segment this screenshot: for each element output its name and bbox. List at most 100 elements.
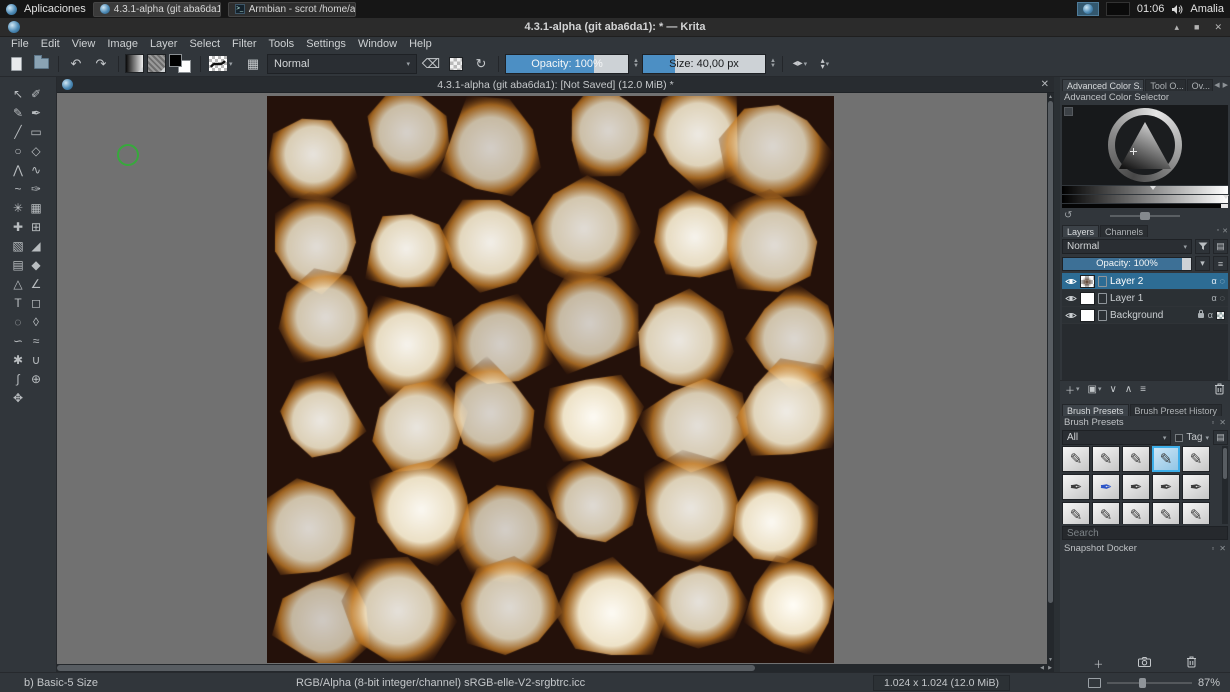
- menu-tools[interactable]: Tools: [263, 38, 301, 50]
- magnetic-select-tool[interactable]: ∪: [27, 351, 45, 369]
- inherit-alpha-icon[interactable]: ◌: [1220, 293, 1225, 303]
- eraser-mode-button[interactable]: ⌫: [420, 53, 442, 75]
- create-snapshot-button[interactable]: ＋: [1093, 656, 1103, 671]
- preserve-alpha-button[interactable]: [445, 53, 467, 75]
- document-close-icon[interactable]: ✕: [1041, 79, 1049, 90]
- advanced-color-selector[interactable]: [1062, 105, 1228, 185]
- blending-mode-select[interactable]: Normal ▾: [267, 54, 417, 74]
- rollup-button[interactable]: ▴: [1174, 22, 1179, 33]
- menu-filter[interactable]: Filter: [226, 38, 262, 50]
- scroll-right-icon[interactable]: ▶: [1048, 664, 1052, 672]
- menu-help[interactable]: Help: [403, 38, 438, 50]
- polyline-tool[interactable]: ⋀: [9, 161, 27, 179]
- hue-ring[interactable]: [1108, 108, 1182, 182]
- brush-size-slider[interactable]: Size: 40,00 px: [642, 54, 766, 74]
- move-layer-down-button[interactable]: ∨: [1109, 384, 1116, 395]
- brush-preset-15[interactable]: ✎: [1182, 502, 1210, 524]
- applications-menu[interactable]: Aplicaciones: [24, 3, 86, 15]
- zoom-slider[interactable]: [1107, 682, 1192, 684]
- brush-presets-header[interactable]: Brush Presets ▫✕: [1060, 416, 1230, 429]
- menu-image[interactable]: Image: [101, 38, 144, 50]
- brush-preset-13[interactable]: ✎: [1122, 502, 1150, 524]
- brush-preset-9[interactable]: ✒: [1152, 474, 1180, 500]
- maximize-button[interactable]: ■: [1194, 22, 1199, 33]
- brush-preset-7[interactable]: ✒: [1092, 474, 1120, 500]
- brush-preset-2[interactable]: ✎: [1092, 446, 1120, 472]
- assistants-tool[interactable]: △: [9, 275, 27, 293]
- visibility-toggle[interactable]: [1065, 277, 1077, 286]
- tag-checkbox[interactable]: Tag ▾: [1175, 432, 1209, 443]
- tab-scroll-right-icon[interactable]: ▶: [1223, 81, 1228, 89]
- open-document-button[interactable]: [30, 53, 52, 75]
- docker-float-icon[interactable]: ▫: [1217, 227, 1219, 235]
- layer-view-options-button[interactable]: ▤: [1213, 239, 1228, 254]
- brush-preset-11[interactable]: ✎: [1062, 502, 1090, 524]
- preset-display-options-button[interactable]: ▤: [1213, 430, 1228, 445]
- foreground-background-colors[interactable]: [169, 53, 194, 75]
- snapshot-docker-header[interactable]: Snapshot Docker ▫✕: [1060, 542, 1230, 555]
- calligraphy-tool[interactable]: ✒: [27, 104, 45, 122]
- layer-blending-mode-select[interactable]: Normal ▾: [1062, 239, 1192, 254]
- preset-filter-select[interactable]: All ▾: [1062, 430, 1171, 445]
- fill-tool[interactable]: ◆: [27, 256, 45, 274]
- tray-krita-icon[interactable]: [1077, 2, 1099, 16]
- layer-options-button[interactable]: ≡: [1213, 256, 1228, 271]
- volume-icon[interactable]: [1171, 4, 1183, 15]
- layer-row-layer-1[interactable]: Layer 1α◌: [1062, 290, 1228, 307]
- multibrush-tool[interactable]: ✳: [9, 199, 27, 217]
- contiguous-select-tool[interactable]: ✱: [9, 351, 27, 369]
- layer-properties-button[interactable]: ≡: [1140, 384, 1146, 395]
- polygonal-select-tool[interactable]: ◊: [27, 313, 45, 331]
- vertical-scrollbar[interactable]: ▲ ▼: [1047, 93, 1054, 664]
- brush-preset-1[interactable]: ✎: [1062, 446, 1090, 472]
- refresh-colors-icon[interactable]: ↺: [1064, 210, 1072, 221]
- menu-edit[interactable]: Edit: [35, 38, 66, 50]
- text-tool[interactable]: T: [9, 294, 27, 312]
- line-tool[interactable]: ╱: [9, 123, 27, 141]
- vertical-scroll-thumb[interactable]: [1048, 101, 1053, 603]
- docker-close-icon[interactable]: ✕: [1222, 227, 1228, 235]
- docker-close-icon[interactable]: ✕: [1219, 544, 1226, 553]
- tab-tool-options[interactable]: Tool O...: [1145, 79, 1185, 91]
- saturation-value-triangle[interactable]: [1119, 122, 1171, 169]
- selector-settings-button[interactable]: [1064, 107, 1073, 116]
- opacity-slider[interactable]: Opacity: 100%: [505, 54, 629, 74]
- foreground-color-swatch[interactable]: [169, 54, 182, 67]
- ellipse-select-tool[interactable]: ◌: [9, 313, 27, 331]
- rectangle-tool[interactable]: ▭: [27, 123, 45, 141]
- horizontal-scrollbar[interactable]: ◀ ▶: [57, 664, 1054, 672]
- new-document-button[interactable]: [5, 53, 27, 75]
- brush-preset-4[interactable]: ✎: [1152, 446, 1180, 472]
- brush-preset-3[interactable]: ✎: [1122, 446, 1150, 472]
- docker-float-icon[interactable]: ▫: [1211, 418, 1214, 427]
- pan-tool[interactable]: ✥: [9, 389, 27, 407]
- freehand-brush-tool[interactable]: ✎: [9, 104, 27, 122]
- tab-advanced-color-selector[interactable]: Advanced Color S...: [1062, 79, 1144, 91]
- select-shapes-tool[interactable]: ↖: [9, 85, 27, 103]
- menu-layer[interactable]: Layer: [144, 38, 184, 50]
- advanced-color-selector-header[interactable]: Advanced Color Selector: [1060, 91, 1230, 104]
- scroll-left-icon[interactable]: ◀: [1040, 664, 1044, 672]
- brush-preset-14[interactable]: ✎: [1152, 502, 1180, 524]
- undo-button[interactable]: ↶: [65, 53, 87, 75]
- alpha-channel-icon[interactable]: [1216, 311, 1225, 320]
- transform-tool[interactable]: ▦: [27, 199, 45, 217]
- dynamic-brush-tool[interactable]: ✑: [27, 180, 45, 198]
- tab-channels[interactable]: Channels: [1100, 225, 1148, 237]
- visibility-toggle[interactable]: [1065, 311, 1077, 320]
- pattern-chooser-button[interactable]: [147, 54, 166, 73]
- zoom-slider-handle[interactable]: [1139, 678, 1146, 688]
- switch-snapshot-button[interactable]: [1138, 657, 1151, 670]
- brush-editor-button[interactable]: ▾: [207, 53, 239, 75]
- brush-preset-6[interactable]: ✒: [1062, 474, 1090, 500]
- delete-layer-button[interactable]: [1214, 383, 1225, 395]
- layer-opacity-slider[interactable]: Opacity: 100%: [1062, 257, 1192, 271]
- color-sampler-tool[interactable]: ◢: [27, 237, 45, 255]
- measure-tool[interactable]: ∠: [27, 275, 45, 293]
- edit-shapes-tool[interactable]: ✐: [27, 85, 45, 103]
- scroll-up-icon[interactable]: ▲: [1047, 94, 1054, 100]
- layer-filter-button[interactable]: [1195, 239, 1210, 254]
- similar-select-tool[interactable]: ≈: [27, 332, 45, 350]
- ellipse-tool[interactable]: ○: [9, 142, 27, 160]
- polygon-tool[interactable]: ◇: [27, 142, 45, 160]
